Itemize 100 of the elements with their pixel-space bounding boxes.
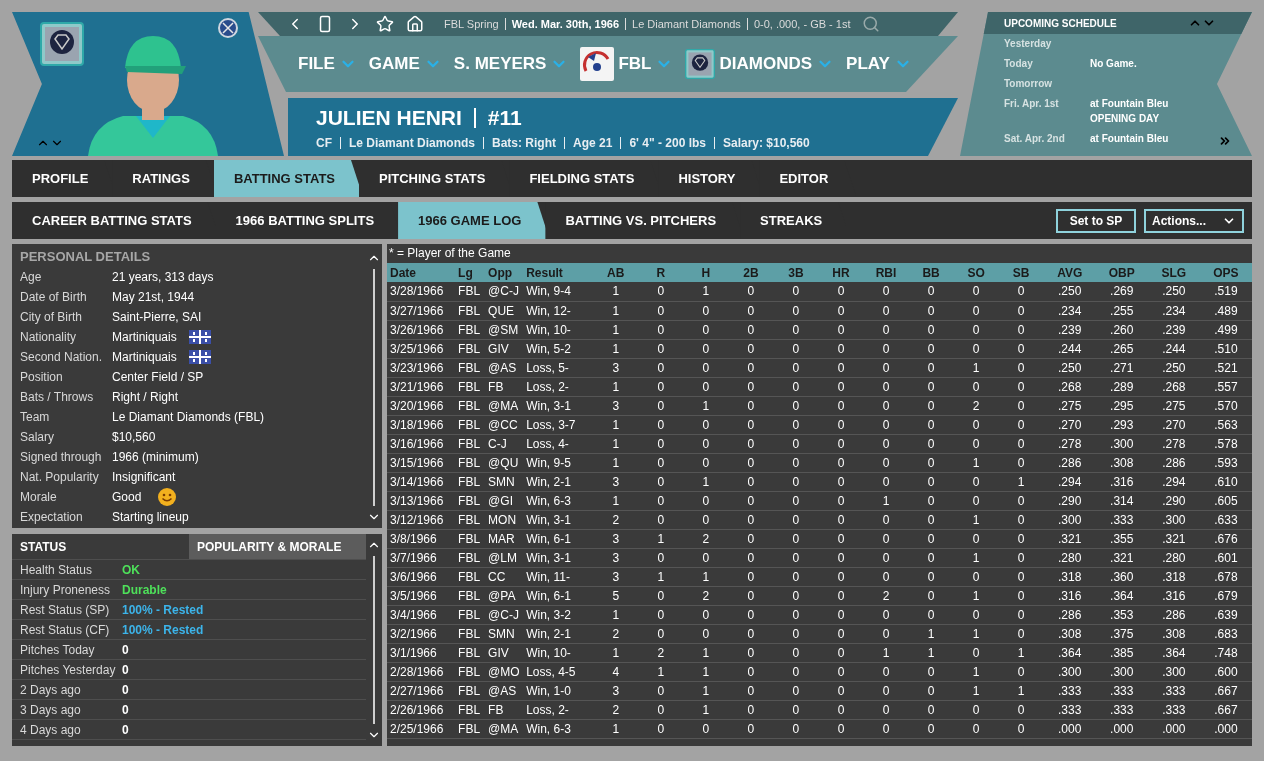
- table-cell: 3: [593, 567, 639, 586]
- table-cell: 3/8/1966: [387, 529, 456, 548]
- table-cell: .316: [1043, 586, 1096, 605]
- menu-button[interactable]: FBL: [580, 47, 674, 81]
- column-header[interactable]: Date: [387, 263, 456, 282]
- column-header[interactable]: HR: [818, 263, 864, 282]
- column-header[interactable]: AB: [593, 263, 639, 282]
- schedule-note: at Fountain Bleu: [1090, 97, 1169, 111]
- table-cell: 2: [593, 624, 639, 643]
- table-cell: .333: [1095, 510, 1148, 529]
- table-cell: 0: [953, 605, 999, 624]
- table-cell: 0: [638, 491, 684, 510]
- search-icon[interactable]: [862, 15, 881, 33]
- table-cell: 0: [908, 529, 954, 548]
- table-cell: 0: [728, 662, 774, 681]
- table-cell: .294: [1043, 472, 1096, 491]
- table-cell: .375: [1095, 624, 1148, 643]
- table-cell: 0: [818, 567, 864, 586]
- table-cell: .271: [1095, 358, 1148, 377]
- table-cell: .293: [1095, 415, 1148, 434]
- table-cell: QUE: [485, 301, 524, 320]
- table-cell: 1: [953, 358, 999, 377]
- menu-button[interactable]: FILE: [298, 51, 357, 77]
- menu-button[interactable]: PLAY: [846, 51, 912, 77]
- table-cell: 3/16/1966: [387, 434, 456, 453]
- table-cell: Win, 6-1: [523, 529, 594, 548]
- detail-label: City of Birth: [20, 309, 83, 326]
- table-cell: 0: [908, 548, 954, 567]
- table-cell: @MA: [485, 719, 524, 738]
- table-cell: 0: [773, 700, 819, 719]
- table-cell: 0: [998, 567, 1044, 586]
- tab[interactable]: POPULARITY & MORALE: [189, 534, 366, 559]
- column-header[interactable]: SB: [998, 263, 1044, 282]
- scrollbar-track[interactable]: [373, 556, 375, 724]
- top-bar-info: Le Diamant Diamonds: [632, 16, 741, 32]
- table-cell: 1: [908, 643, 954, 662]
- table-cell: 0: [728, 282, 774, 301]
- table-cell: .300: [1095, 434, 1148, 453]
- table-cell: 3/25/1966: [387, 339, 456, 358]
- table-cell: .316: [1095, 472, 1148, 491]
- table-cell: 1: [593, 301, 639, 320]
- column-header[interactable]: 2B: [728, 263, 774, 282]
- detail-value: Right / Right: [112, 389, 179, 406]
- home-icon[interactable]: [406, 15, 424, 33]
- detail-label: Expectation: [20, 509, 84, 526]
- table-cell: .578: [1199, 434, 1252, 453]
- team-logo-icon: [40, 22, 84, 66]
- column-header[interactable]: OPS: [1199, 263, 1252, 282]
- table-cell: 0: [908, 681, 954, 700]
- table-cell: .318: [1043, 567, 1096, 586]
- table-cell: 0: [638, 605, 684, 624]
- table-cell: .300: [1043, 510, 1096, 529]
- action-button[interactable]: Actions...: [1144, 208, 1244, 233]
- column-header[interactable]: RBI: [863, 263, 909, 282]
- table-cell: 1: [593, 377, 639, 396]
- column-header[interactable]: 3B: [773, 263, 819, 282]
- table-cell: .278: [1043, 434, 1096, 453]
- column-header[interactable]: SO: [953, 263, 999, 282]
- status-label: 3 Days ago: [20, 701, 82, 719]
- table-cell: 0: [683, 548, 729, 567]
- player-info: Le Diamant Diamonds: [349, 134, 476, 152]
- more-icon[interactable]: [1218, 134, 1232, 148]
- column-header[interactable]: BB: [908, 263, 954, 282]
- table-cell: 1: [638, 567, 684, 586]
- table-cell: .676: [1199, 529, 1252, 548]
- action-button[interactable]: Set to SP: [1056, 208, 1136, 233]
- table-cell: 0: [773, 548, 819, 567]
- table-cell: 1: [593, 491, 639, 510]
- status-value: 0: [122, 701, 129, 719]
- column-header[interactable]: SLG: [1147, 263, 1200, 282]
- schedule-note: No Game.: [1090, 57, 1137, 71]
- table-cell: 0: [908, 358, 954, 377]
- favorite-icon[interactable]: [376, 15, 394, 33]
- table-cell: 0: [728, 453, 774, 472]
- table-cell: 0: [683, 358, 729, 377]
- table-cell: 0: [773, 339, 819, 358]
- detail-value: Insignificant: [112, 469, 176, 486]
- table-cell: 3: [593, 548, 639, 567]
- detail-label: Date of Birth: [20, 289, 88, 306]
- column-header[interactable]: Opp: [485, 263, 524, 282]
- table-cell: .364: [1095, 586, 1148, 605]
- table-cell: .353: [1095, 605, 1148, 624]
- menu-button[interactable]: DIAMONDS: [685, 49, 835, 79]
- table-cell: 0: [773, 681, 819, 700]
- table-cell: 0: [998, 586, 1044, 605]
- menu-button[interactable]: GAME: [368, 51, 442, 77]
- column-header[interactable]: R: [638, 263, 684, 282]
- table-cell: 0: [728, 472, 774, 491]
- table-cell: 0: [998, 605, 1044, 624]
- column-header[interactable]: H: [683, 263, 729, 282]
- table-cell: 0: [773, 415, 819, 434]
- column-header[interactable]: AVG: [1043, 263, 1096, 282]
- column-header[interactable]: OBP: [1095, 263, 1148, 282]
- menu-button[interactable]: S. MEYERS: [453, 51, 569, 77]
- player-info: Salary: $10,560: [723, 134, 810, 152]
- table-cell: .321: [1095, 548, 1148, 567]
- column-header[interactable]: Result: [523, 263, 594, 282]
- table-cell: 0: [908, 700, 954, 719]
- column-header[interactable]: Lg: [455, 263, 486, 282]
- scrollbar-track[interactable]: [373, 269, 375, 506]
